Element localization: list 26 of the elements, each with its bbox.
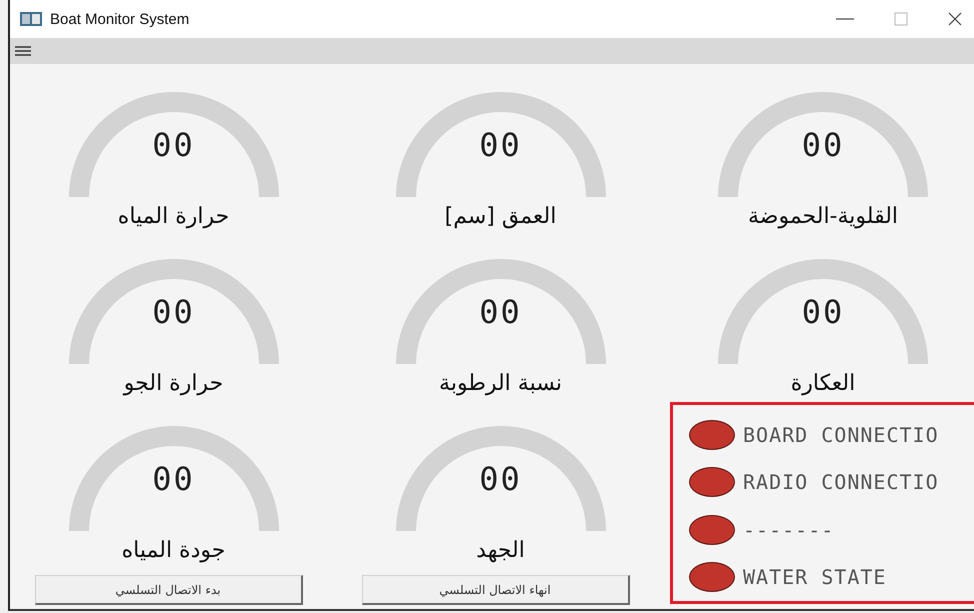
gauge-label: حرارة الجو [124,371,224,396]
status-label: BOARD CONNECTIO [743,422,939,447]
gauge-label: حرارة المياه [118,204,230,229]
gauge-value: 00 [478,460,523,498]
status-label: RADIO CONNECTIO [743,470,939,494]
close-button[interactable] [948,12,962,26]
status-label: ------- [743,518,834,542]
gauge-value: 00 [151,126,196,164]
gauge-value: 00 [151,460,196,498]
gauge-value: 00 [800,293,846,331]
gauge-label: نسبة الرطوبة [439,371,562,396]
gauge-label: العمق [سم] [444,204,556,229]
status-label: WATER STATE [743,565,886,590]
gauge-label: القلوية-الحموضة [748,204,898,229]
gauge-value: 00 [478,293,523,331]
gauge-value: 00 [800,126,846,164]
gauge-label: العكارة [790,371,856,396]
gauge-value: 00 [151,293,196,331]
gauge-value: 00 [478,126,523,164]
serial-button[interactable]: بدء الاتصال التسلسي [34,575,302,605]
gauge-label: الجهد [476,538,525,563]
serial-button[interactable]: انهاء الاتصال التسلسي [362,575,630,605]
app-icon [20,12,42,26]
gauge-label: جودة المياه [122,538,226,563]
window-title: Boat Monitor System [50,10,190,28]
menu-icon[interactable] [14,45,32,57]
